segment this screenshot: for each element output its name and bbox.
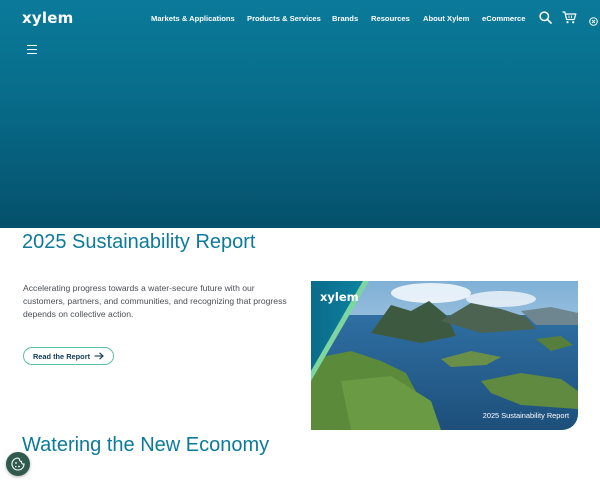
section-heading: Watering the New Economy: [22, 434, 270, 456]
nav-products-services[interactable]: Products & Services: [247, 14, 321, 23]
cover-xylem-logo: xylem: [320, 290, 359, 304]
arrow-right-icon: [94, 352, 104, 360]
nav-ecommerce[interactable]: eCommerce: [482, 14, 525, 23]
hero-banner: xylem Markets & Applications Products & …: [0, 0, 600, 228]
close-icon[interactable]: [589, 13, 598, 31]
cart-icon[interactable]: [562, 11, 577, 29]
read-report-label: Read the Report: [32, 351, 91, 361]
cookie-icon: [11, 457, 25, 471]
menu-icon[interactable]: [27, 45, 37, 54]
intro-text: Accelerating progress towards a water-se…: [23, 283, 287, 320]
cookie-settings-button[interactable]: [6, 452, 30, 476]
report-cover-image[interactable]: xylem 2025 Sustainability Report: [311, 281, 578, 430]
nav-markets-applications[interactable]: Markets & Applications: [151, 14, 235, 23]
nav-resources[interactable]: Resources: [371, 14, 410, 23]
nav-brands[interactable]: Brands: [332, 14, 358, 23]
read-report-button[interactable]: Read the Report: [23, 347, 114, 365]
xylem-logo[interactable]: xylem: [22, 9, 73, 27]
nav-about-xylem[interactable]: About Xylem: [423, 14, 469, 23]
cover-caption: 2025 Sustainability Report: [482, 411, 569, 420]
page-title: 2025 Sustainability Report: [22, 231, 256, 253]
search-icon[interactable]: [539, 11, 552, 29]
